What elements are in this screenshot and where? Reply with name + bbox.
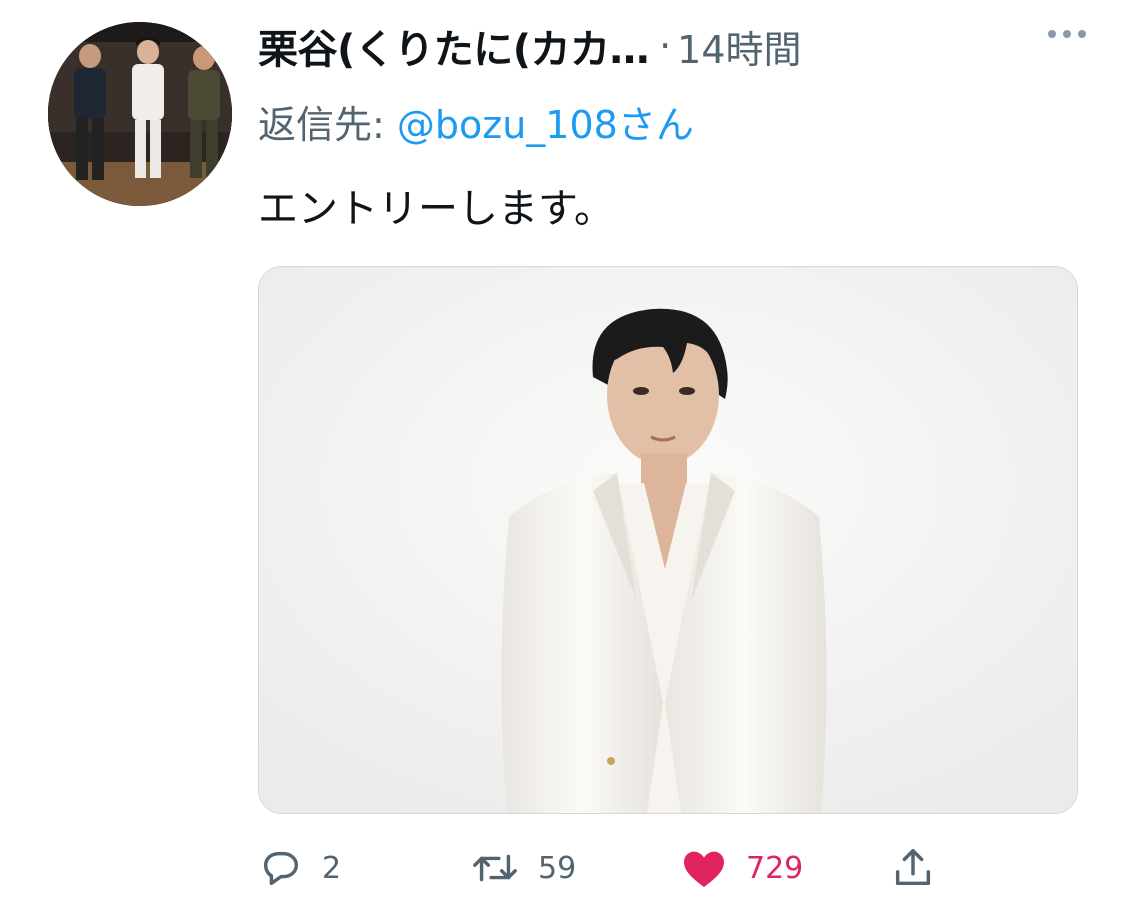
tweet-media-photo[interactable] <box>258 266 1078 814</box>
reply-context: 返信先: @bozu_108さん <box>258 94 694 149</box>
photo-man-white-suit <box>259 267 1077 813</box>
avatar[interactable] <box>48 22 232 206</box>
reply-button[interactable]: 2 <box>258 840 341 896</box>
reply-prefix: 返信先: <box>258 103 385 147</box>
more-dot <box>1048 30 1056 38</box>
heart-icon <box>684 851 724 887</box>
share-button[interactable] <box>890 840 936 896</box>
more-dot <box>1078 30 1086 38</box>
avatar-photo <box>48 22 232 206</box>
tweet-actions: 2 59 729 <box>258 840 978 896</box>
tweet[interactable]: 栗谷(くりたに(カカ… · 14時間 返信先: @bozu_108さん エントリ… <box>0 0 1124 909</box>
retweet-button[interactable]: 59 <box>470 840 576 896</box>
tweet-text: エントリーします。 <box>258 186 614 232</box>
tweet-header: 栗谷(くりたに(カカ… · 14時間 <box>258 18 1084 74</box>
timestamp[interactable]: 14時間 <box>677 19 801 74</box>
retweet-count: 59 <box>538 850 577 886</box>
more-dot <box>1063 30 1071 38</box>
like-count: 729 <box>746 850 804 886</box>
separator: · <box>659 24 672 68</box>
reply-bubble-icon <box>263 851 299 886</box>
more-horizontal-icon[interactable] <box>1048 30 1086 38</box>
retweet-icon <box>473 854 517 882</box>
display-name[interactable]: 栗谷(くりたに(カカ… <box>258 17 650 75</box>
like-button[interactable]: 729 <box>680 840 803 896</box>
reply-count: 2 <box>322 850 342 886</box>
share-icon <box>895 849 931 886</box>
reply-handle-link[interactable]: @bozu_108さん <box>397 103 694 147</box>
